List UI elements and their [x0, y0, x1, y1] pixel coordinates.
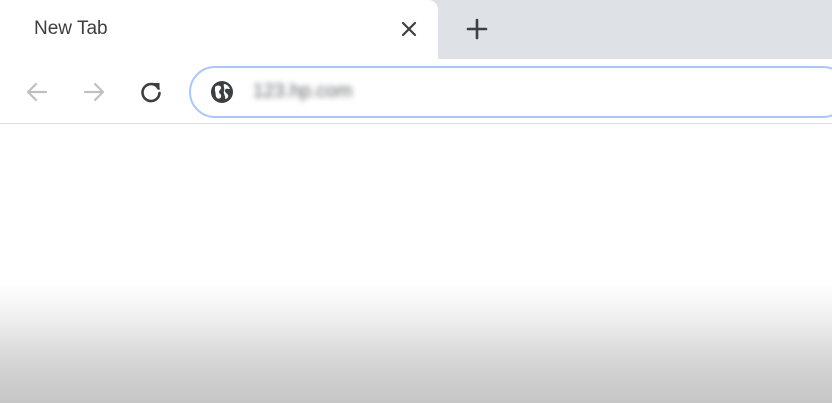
address-url[interactable]: 123.hp.com	[253, 81, 352, 103]
plus-icon	[466, 18, 488, 40]
page-content	[0, 124, 832, 403]
globe-icon[interactable]	[209, 79, 235, 105]
new-tab-button[interactable]	[462, 14, 492, 44]
arrow-left-icon	[24, 79, 50, 105]
forward-button[interactable]	[80, 78, 108, 106]
tab-strip: New Tab	[0, 0, 832, 59]
toolbar: 123.hp.com	[0, 59, 832, 124]
tab-title: New Tab	[34, 18, 108, 39]
back-button[interactable]	[23, 78, 51, 106]
reload-button[interactable]	[137, 78, 165, 106]
tab-new-tab[interactable]: New Tab	[0, 0, 438, 59]
browser-window: New Tab 123.hp.com	[0, 0, 832, 403]
reload-icon	[138, 79, 164, 105]
arrow-right-icon	[81, 79, 107, 105]
close-icon[interactable]	[397, 17, 421, 41]
address-bar[interactable]: 123.hp.com	[189, 66, 832, 118]
